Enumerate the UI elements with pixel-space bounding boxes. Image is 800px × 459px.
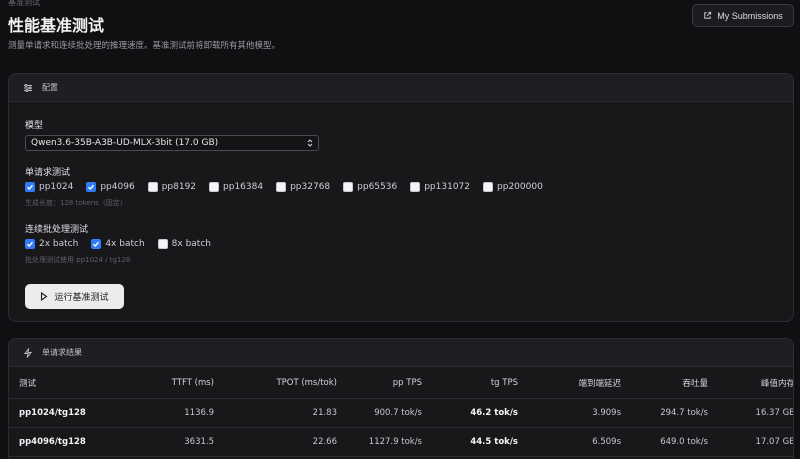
column-header: pp TPS: [337, 368, 422, 399]
column-header: TPOT (ms/tok): [214, 368, 337, 399]
checkbox[interactable]: [343, 182, 354, 192]
single-option-pp16384[interactable]: pp16384: [209, 182, 263, 192]
checkbox-label: pp131072: [424, 182, 471, 192]
config-card: 配置 模型 Qwen3.6-35B-A3B-UD-MLX-3bit (17.0 …: [8, 73, 794, 322]
breadcrumb: 基准测试: [8, 0, 40, 7]
single-option-pp65536[interactable]: pp65536: [343, 182, 397, 192]
single-test-hint: 生成长度：128 tokens（固定）: [25, 199, 127, 207]
single-option-pp32768[interactable]: pp32768: [276, 182, 330, 192]
column-header: TTFT (ms): [99, 368, 214, 399]
column-header: 测试: [9, 368, 99, 399]
single-test-options: pp1024 pp4096 pp8192 pp16384 pp32768 pp65536 p…: [25, 182, 556, 192]
table-cell: 44.5 tok/s: [422, 427, 518, 457]
check-icon: [27, 241, 34, 248]
table-row: pp4096/tg128 3631.5 22.66 1127.9 tok/s 44.5 …: [9, 427, 793, 457]
checkbox[interactable]: [209, 182, 220, 192]
checkbox[interactable]: [410, 182, 421, 192]
checkbox-label: pp1024: [39, 182, 74, 192]
page-description: 测量单请求和连续批处理的推理速度。基准测试前将卸载所有其他模型。: [8, 41, 281, 51]
table-cell: 46.2 tok/s: [422, 398, 518, 428]
checkbox-label: pp16384: [223, 182, 264, 192]
checkbox[interactable]: [147, 182, 158, 192]
check-icon: [93, 241, 100, 248]
column-header: 端到端延迟: [518, 368, 621, 399]
model-select-value: Qwen3.6-35B-A3B-UD-MLX-3bit (17.0 GB): [31, 138, 219, 148]
single-option-pp8192[interactable]: pp8192: [147, 182, 197, 192]
batch-test-options: 2x batch 4x batch 8x batch: [25, 239, 224, 249]
checkbox[interactable]: [276, 182, 287, 192]
table-cell: 3.909s: [518, 398, 621, 428]
table-cell: 294.7 tok/s: [621, 398, 708, 428]
single-test-label: 单请求测试: [25, 168, 71, 178]
table-cell: 17.07 GB: [708, 427, 793, 457]
model-select[interactable]: Qwen3.6-35B-A3B-UD-MLX-3bit (17.0 GB): [25, 135, 319, 151]
play-icon: [41, 292, 48, 301]
table-cell: 6.509s: [518, 427, 621, 457]
results-card-header: 单请求结果: [9, 339, 793, 367]
table-cell: 1127.9 tok/s: [337, 427, 422, 457]
table-cell: 900.7 tok/s: [337, 398, 422, 428]
batch-test-label: 连续批处理测试: [25, 225, 89, 235]
checkbox[interactable]: [25, 182, 35, 192]
model-label: 模型: [25, 121, 44, 131]
checkbox[interactable]: [86, 182, 97, 192]
checkbox-label: pp200000: [497, 182, 543, 192]
single-option-pp131072[interactable]: pp131072: [410, 182, 470, 192]
checkbox[interactable]: [91, 239, 102, 249]
table-cell: 3631.5: [99, 427, 214, 457]
checkbox[interactable]: [25, 239, 35, 249]
chevron-updown-icon: [307, 139, 313, 147]
checkbox-label: pp8192: [161, 182, 197, 192]
checkbox-label: 8x batch: [171, 239, 211, 249]
column-header: tg TPS: [422, 368, 518, 399]
results-card: 单请求结果 测试 TTFT (ms) TPOT (ms/tok) pp TPS tg T…: [8, 338, 794, 459]
check-icon: [27, 184, 34, 191]
single-option-pp1024[interactable]: pp1024: [25, 182, 73, 192]
checkbox-label: 4x batch: [105, 239, 145, 249]
batch-test-hint: 批处理测试使用 pp1024 / tg128: [25, 256, 131, 264]
results-title: 单请求结果: [42, 348, 82, 357]
checkbox-label: 2x batch: [39, 239, 79, 249]
check-icon: [88, 184, 95, 191]
page-title: 性能基准测试: [8, 16, 105, 35]
single-option-pp4096[interactable]: pp4096: [86, 182, 135, 192]
checkbox[interactable]: [157, 239, 168, 249]
single-option-pp200000[interactable]: pp200000: [483, 182, 543, 192]
table-cell: 21.83: [214, 398, 337, 428]
column-header: 吞吐量: [621, 368, 708, 399]
batch-option-2x-batch[interactable]: 2x batch: [25, 239, 78, 249]
config-card-header: 配置: [9, 74, 793, 102]
lightning-icon: [23, 347, 33, 358]
results-header-row: 测试 TTFT (ms) TPOT (ms/tok) pp TPS tg TPS 端到端延…: [9, 368, 793, 399]
table-cell: pp1024/tg128: [9, 398, 99, 428]
checkbox-label: pp32768: [290, 182, 331, 192]
config-title: 配置: [42, 83, 58, 92]
checkbox-label: pp4096: [100, 182, 135, 192]
column-header: 峰值内存: [708, 368, 793, 399]
checkbox[interactable]: [483, 182, 494, 192]
sliders-icon: [24, 83, 32, 92]
table-cell: 649.0 tok/s: [621, 427, 708, 457]
my-submissions-button[interactable]: My Submissions: [692, 4, 794, 27]
my-submissions-label: My Submissions: [717, 10, 783, 21]
table-cell: pp4096/tg128: [9, 427, 99, 457]
table-cell: 22.66: [214, 427, 337, 457]
checkbox-label: pp65536: [357, 182, 398, 192]
run-benchmark-button[interactable]: 运行基准测试: [25, 284, 124, 309]
table-row: pp1024/tg128 1136.9 21.83 900.7 tok/s 46.2 t…: [9, 398, 793, 428]
batch-option-8x-batch[interactable]: 8x batch: [157, 239, 211, 249]
table-cell: 1136.9: [99, 398, 214, 428]
external-link-icon: [704, 11, 712, 19]
results-table: 测试 TTFT (ms) TPOT (ms/tok) pp TPS tg TPS 端到端延…: [9, 368, 793, 457]
batch-option-4x-batch[interactable]: 4x batch: [91, 239, 145, 249]
table-cell: 16.37 GB: [708, 398, 793, 428]
run-benchmark-label: 运行基准测试: [54, 293, 109, 303]
